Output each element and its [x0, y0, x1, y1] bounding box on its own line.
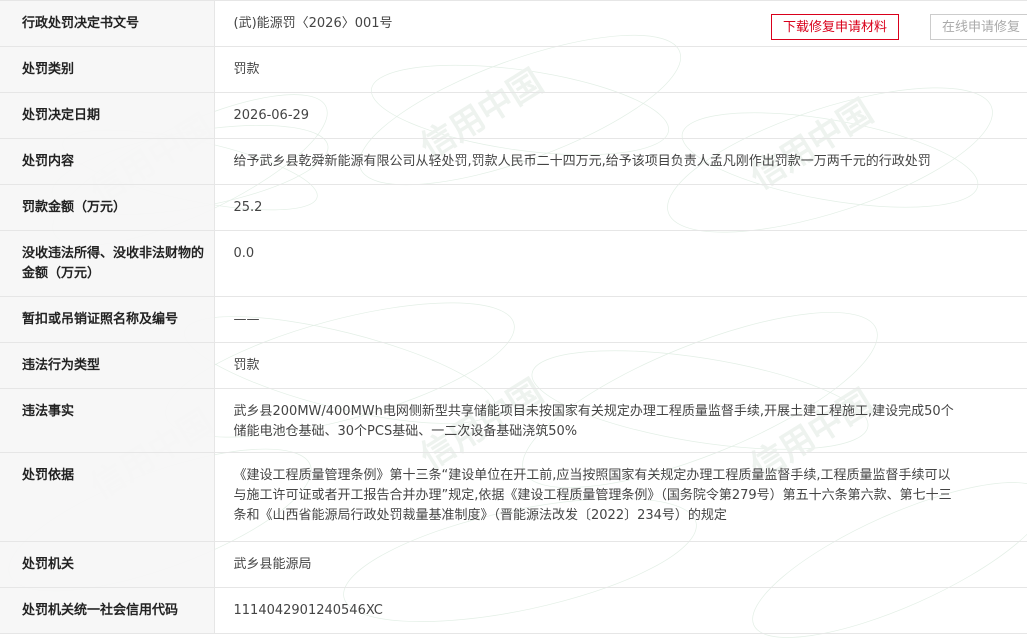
- row-value: 0.0: [214, 230, 1027, 297]
- row-label: 处罚决定日期: [0, 92, 215, 139]
- online-repair-application-button[interactable]: 在线申请修复: [930, 14, 1027, 40]
- table-row: 暂扣或吊销证照名称及编号 ——: [0, 296, 1027, 343]
- row-value: 2026-06-29: [214, 92, 1027, 139]
- table-row: 处罚内容 给予武乡县乾舜新能源有限公司从轻处罚,罚款人民币二十四万元,给予该项目…: [0, 138, 1027, 185]
- table-row: 没收违法所得、没收非法财物的金额（万元） 0.0: [0, 230, 1027, 297]
- value-line: 储能电池仓基础、30个PCS基础、一二次设备基础浇筑50%: [233, 424, 578, 439]
- table-row: 处罚机关统一社会信用代码 1114042901240546XC: [0, 587, 1027, 634]
- row-value: 25.2: [214, 184, 1027, 231]
- row-label: 处罚类别: [0, 46, 215, 93]
- row-value: 罚款: [214, 342, 1027, 389]
- row-label: 处罚机关统一社会信用代码: [0, 587, 215, 634]
- table-row: 违法事实 武乡县200MW/400MWh电网侧新型共享储能项目未按国家有关规定办…: [0, 388, 1027, 453]
- table-row: 罚款金额（万元） 25.2: [0, 184, 1027, 231]
- row-value: (武)能源罚〈2026〉001号: [214, 0, 1027, 47]
- table-row: 处罚决定日期 2026-06-29: [0, 92, 1027, 139]
- row-value: 《建设工程质量管理条例》第十三条“建设单位在开工前,应当按照国家有关规定办理工程…: [214, 452, 1027, 542]
- row-value: 武乡县200MW/400MWh电网侧新型共享储能项目未按国家有关规定办理工程质量…: [214, 388, 1027, 453]
- row-value: 武乡县能源局: [214, 541, 1027, 588]
- row-label: 行政处罚决定书文号: [0, 0, 215, 47]
- row-value: 罚款: [214, 46, 1027, 93]
- row-label: 违法行为类型: [0, 342, 215, 389]
- value-line: 条和《山西省能源局行政处罚裁量基准制度》（晋能源法改发〔2022〕234号）的规…: [233, 508, 727, 523]
- table-row: 处罚类别 罚款: [0, 46, 1027, 93]
- table-row: 违法行为类型 罚款: [0, 342, 1027, 389]
- row-label: 没收违法所得、没收非法财物的金额（万元）: [0, 230, 215, 297]
- penalty-detail-table: 行政处罚决定书文号 (武)能源罚〈2026〉001号 处罚类别 罚款 处罚决定日…: [0, 0, 1027, 634]
- value-line: 武乡县200MW/400MWh电网侧新型共享储能项目未按国家有关规定办理工程质量…: [233, 404, 954, 419]
- row-label: 处罚依据: [0, 452, 215, 542]
- table-row: 处罚依据 《建设工程质量管理条例》第十三条“建设单位在开工前,应当按照国家有关规…: [0, 452, 1027, 542]
- value-line: 与施工许可证或者开工报告合并办理”规定,依据《建设工程质量管理条例》（国务院令第…: [233, 488, 952, 503]
- row-value: 1114042901240546XC: [214, 587, 1027, 634]
- row-label: 暂扣或吊销证照名称及编号: [0, 296, 215, 343]
- download-repair-materials-button[interactable]: 下载修复申请材料: [771, 14, 900, 40]
- row-value: ——: [214, 296, 1027, 343]
- row-value: 给予武乡县乾舜新能源有限公司从轻处罚,罚款人民币二十四万元,给予该项目负责人孟凡…: [214, 138, 1027, 185]
- row-label: 罚款金额（万元）: [0, 184, 215, 231]
- row-label: 处罚内容: [0, 138, 215, 185]
- row-label: 违法事实: [0, 388, 215, 453]
- table-row: 处罚机关 武乡县能源局: [0, 541, 1027, 588]
- row-label: 处罚机关: [0, 541, 215, 588]
- value-line: 《建设工程质量管理条例》第十三条“建设单位在开工前,应当按照国家有关规定办理工程…: [233, 468, 951, 483]
